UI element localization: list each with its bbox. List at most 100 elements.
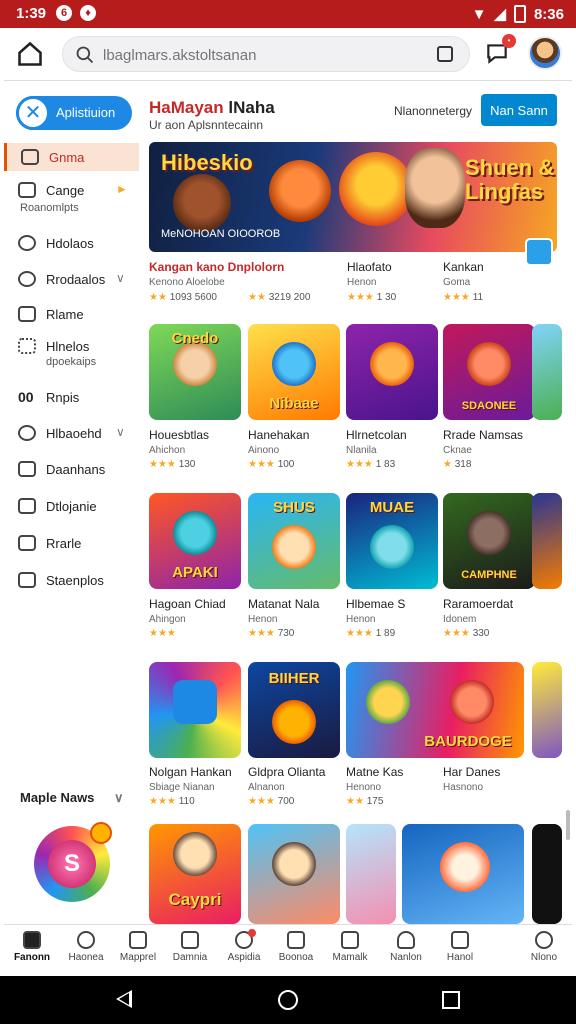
app-name[interactable]: Hlaofato: [347, 260, 392, 274]
app-name[interactable]: Raramoerdat: [443, 597, 513, 611]
app-name[interactable]: Kangan kano Dnplolorn: [149, 260, 284, 274]
app-name[interactable]: Hanehakan: [248, 428, 309, 442]
app-name[interactable]: Nolgan Hankan: [149, 765, 232, 779]
notification-icon-2: ♦: [80, 5, 96, 21]
app-name[interactable]: Matne Kas: [346, 765, 403, 779]
featured-banner[interactable]: Hibeskio Shuen & Lingfas MeNOHOAN OIOORO…: [149, 142, 557, 252]
app-tile[interactable]: SHUS: [248, 493, 340, 589]
app-subtitle: Henono: [346, 782, 382, 793]
app-tile[interactable]: [402, 824, 524, 924]
bottom-nav-label: Hanol: [446, 952, 474, 963]
bottom-nav-label: Damnia: [172, 952, 208, 963]
chat-button[interactable]: •: [484, 34, 516, 66]
app-name[interactable]: Gldpra Olianta: [248, 765, 325, 779]
bottom-nav-person[interactable]: Nanlon: [378, 931, 434, 963]
app-rating: ★ 318: [443, 459, 472, 470]
app-tile[interactable]: APAKI: [149, 493, 241, 589]
recommend-link[interactable]: Nlanonnetergy: [394, 104, 472, 118]
recents-icon[interactable]: [442, 991, 460, 1009]
back-icon[interactable]: [116, 990, 132, 1008]
banner-title-right: Shuen & Lingfas: [465, 155, 555, 204]
app-tile[interactable]: SDAONEE: [443, 324, 535, 420]
tile-character: [440, 842, 490, 892]
app-tile[interactable]: [149, 662, 241, 758]
sidebar: ✕ Aplistiuion Gnma Cange Roanomlpts ► Hd…: [4, 82, 140, 924]
bottom-nav-info[interactable]: Nlono: [516, 931, 572, 963]
list-icon: [18, 461, 36, 477]
search-input[interactable]: [101, 43, 425, 67]
app-subtitle: Ainono: [248, 445, 280, 456]
sidebar-item-hlbaoehd[interactable]: Hlbaoehd ∨: [4, 423, 136, 447]
app-tile[interactable]: Nibaae: [248, 324, 340, 420]
bottom-nav-mail[interactable]: Hanol: [432, 931, 488, 963]
bottom-nav-calendar[interactable]: Mapprel: [110, 931, 166, 963]
bottom-nav-image[interactable]: Mamalk: [322, 931, 378, 963]
sidebar-item-rrodaalos[interactable]: Rrodaalos ∨: [4, 269, 136, 293]
app-name[interactable]: Har Danes: [443, 765, 500, 779]
scrollbar[interactable]: [566, 810, 570, 840]
sidebar-item-daanhans[interactable]: Daanhans: [4, 459, 136, 483]
see-all-button[interactable]: Nan Sann: [481, 94, 557, 126]
bottom-nav-label: Mamalk: [332, 952, 368, 963]
app-tile-partial[interactable]: [532, 324, 562, 420]
share-icon[interactable]: [525, 238, 553, 266]
app-subtitle: Sbiage Nianan: [149, 782, 215, 793]
bottom-nav-chat[interactable]: Haonea: [58, 931, 114, 963]
app-name[interactable]: Hagoan Chiad: [149, 597, 226, 611]
app-tile-partial[interactable]: [532, 662, 562, 758]
app-tile-wide[interactable]: BAURDOGE: [346, 662, 524, 758]
more-news-label: Maple Naws: [20, 790, 95, 805]
sidebar-item-rrarle[interactable]: Rrarle: [4, 533, 136, 557]
sidebar-item-rlame[interactable]: Rlame: [4, 304, 136, 328]
app-tile[interactable]: BIIHER: [248, 662, 340, 758]
app-tile-partial[interactable]: [532, 824, 562, 924]
bottom-nav-gift[interactable]: Aspidia: [216, 929, 272, 963]
home-icon[interactable]: [16, 40, 44, 68]
section-title: HaMayan lNaha: [149, 98, 275, 118]
app-rating: ★★★ 130: [149, 459, 196, 470]
clock-icon: [18, 235, 36, 251]
sidebar-item-cange[interactable]: Cange Roanomlpts ►: [4, 180, 136, 216]
avatar[interactable]: [528, 36, 562, 70]
app-name[interactable]: Hlbemae S: [346, 597, 405, 611]
app-tile[interactable]: MUAE: [346, 493, 438, 589]
app-tile[interactable]: [346, 824, 396, 924]
tile-character: [173, 511, 217, 555]
coin-icon: [90, 822, 112, 844]
home-circle-icon[interactable]: [278, 990, 298, 1010]
search-bar[interactable]: [62, 36, 470, 72]
promo-orb[interactable]: S: [34, 822, 112, 902]
home-icon: [23, 931, 41, 949]
sidebar-item-hlnelos[interactable]: Hlnelos dpoekaips: [4, 336, 136, 374]
sidebar-item-hdolaos[interactable]: Hdolaos: [4, 233, 136, 257]
app-tile[interactable]: [248, 824, 340, 924]
sidebar-item-rnpis[interactable]: 00 Rnpis: [4, 387, 136, 411]
bottom-nav-label: Nanlon: [390, 952, 422, 963]
app-name[interactable]: Matanat Nala: [248, 597, 319, 611]
app-name[interactable]: Houesbtlas: [149, 428, 209, 442]
app-tile[interactable]: Cnedo: [149, 324, 241, 420]
sidebar-item-staenplos[interactable]: Staenplos: [4, 570, 136, 594]
sidebar-item-label: Gnma: [49, 150, 85, 165]
grid-icon: [18, 182, 36, 198]
bottom-nav-doc[interactable]: Damnia: [162, 931, 218, 963]
more-news-toggle[interactable]: Maple Naws ∨: [20, 790, 124, 805]
applications-button[interactable]: ✕ Aplistiuion: [16, 96, 132, 130]
app-subtitle: Henon: [347, 277, 377, 288]
app-tile[interactable]: CAMPHNE: [443, 493, 535, 589]
scan-icon[interactable]: [437, 46, 453, 62]
app-name[interactable]: Kankan: [443, 260, 484, 274]
app-tile-partial[interactable]: [532, 493, 562, 589]
chat-icon: [77, 931, 95, 949]
sidebar-item-games[interactable]: Gnma: [4, 143, 139, 171]
app-tile[interactable]: [346, 324, 438, 420]
bottom-nav-box[interactable]: Boonoa: [268, 931, 324, 963]
info-circle-icon: [18, 425, 36, 441]
tile-character: [173, 832, 217, 876]
app-tile[interactable]: Caypri: [149, 824, 241, 924]
bottom-nav-home[interactable]: Fanonn: [4, 931, 60, 963]
sidebar-item-dtlojanie[interactable]: Dtlojanie: [4, 496, 136, 520]
app-name[interactable]: Hlrnetcolan: [346, 428, 407, 442]
tile-title: MUAE: [369, 499, 415, 516]
app-name[interactable]: Rrade Namsas: [443, 428, 523, 442]
